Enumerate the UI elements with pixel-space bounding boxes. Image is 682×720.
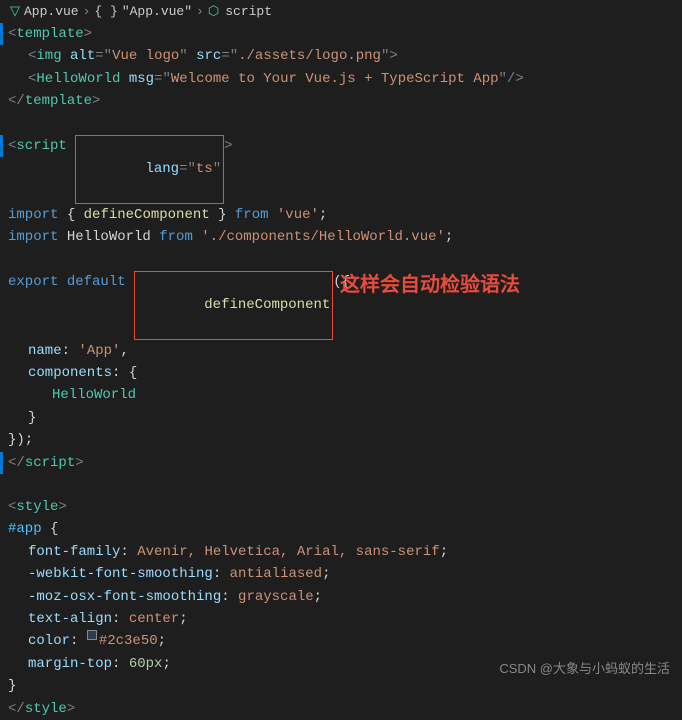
line-close-brace: } xyxy=(0,407,682,429)
line-name: name : 'App' , xyxy=(0,340,682,362)
color-swatch xyxy=(87,630,97,640)
line-text-align: text-align : center ; xyxy=(0,608,682,630)
line-script-open: <script lang="ts" > xyxy=(0,135,682,204)
line-color: color : #2c3e50 ; xyxy=(0,630,682,652)
line-webkit-smoothing: -webkit-font-smoothing : antialiased ; xyxy=(0,563,682,585)
breadcrumb-file: App.vue xyxy=(24,4,79,19)
line-export-default: export default defineComponent ({ 这样会自动检… xyxy=(0,271,682,340)
line-style-brace-close: } xyxy=(0,675,682,697)
line-indicator-3 xyxy=(0,452,3,474)
line-helloworld: <HelloWorld msg="Welcome to Your Vue.js … xyxy=(0,68,682,90)
line-close-paren: }); xyxy=(0,429,682,451)
line-indicator xyxy=(0,23,3,45)
editor-container: ▽ App.vue › { } "App.vue" › ⬡ script <te… xyxy=(0,0,682,683)
highlight-lang: lang="ts" xyxy=(75,135,224,204)
line-font-family: font-family : Avenir, Helvetica, Arial, … xyxy=(0,541,682,563)
highlight-definecomponent: defineComponent xyxy=(134,271,333,340)
line-moz-smoothing: -moz-osx-font-smoothing : grayscale ; xyxy=(0,586,682,608)
line-indicator-2 xyxy=(0,135,3,157)
breadcrumb-obj: { } xyxy=(94,4,117,19)
annotation-text: 这样会自动检验语法 xyxy=(340,269,520,301)
line-import-helloworld: import HelloWorld from './components/Hel… xyxy=(0,226,682,248)
footer: CSDN @大象与小蚂蚁的生活 xyxy=(499,658,670,677)
breadcrumb-vue-icon: ▽ xyxy=(10,4,20,19)
line-components: components : { xyxy=(0,362,682,384)
line-template-close: </template> xyxy=(0,90,682,112)
line-import-vue: import { defineComponent } from 'vue' ; xyxy=(0,204,682,226)
line-script-close: </script> xyxy=(0,452,682,474)
breadcrumb-script: script xyxy=(225,4,272,19)
line-style-close: </style> xyxy=(0,698,682,720)
line-app-selector: #app { xyxy=(0,518,682,540)
footer-text: CSDN @大象与小蚂蚁的生活 xyxy=(499,661,670,676)
breadcrumb-script-icon: ⬡ xyxy=(208,4,219,19)
line-style-open: <style> xyxy=(0,496,682,518)
line-template-open: <template> xyxy=(0,23,682,45)
line-img: <img alt="Vue logo" src="./assets/logo.p… xyxy=(0,45,682,67)
code-area: <template> <img alt="Vue logo" src="./as… xyxy=(0,23,682,720)
breadcrumb: ▽ App.vue › { } "App.vue" › ⬡ script xyxy=(0,0,682,23)
line-helloworld-component: HelloWorld xyxy=(0,384,682,406)
blank-line-2 xyxy=(0,249,682,271)
breadcrumb-quote: "App.vue" xyxy=(122,4,192,19)
blank-line-3 xyxy=(0,474,682,496)
blank-line-1 xyxy=(0,113,682,135)
